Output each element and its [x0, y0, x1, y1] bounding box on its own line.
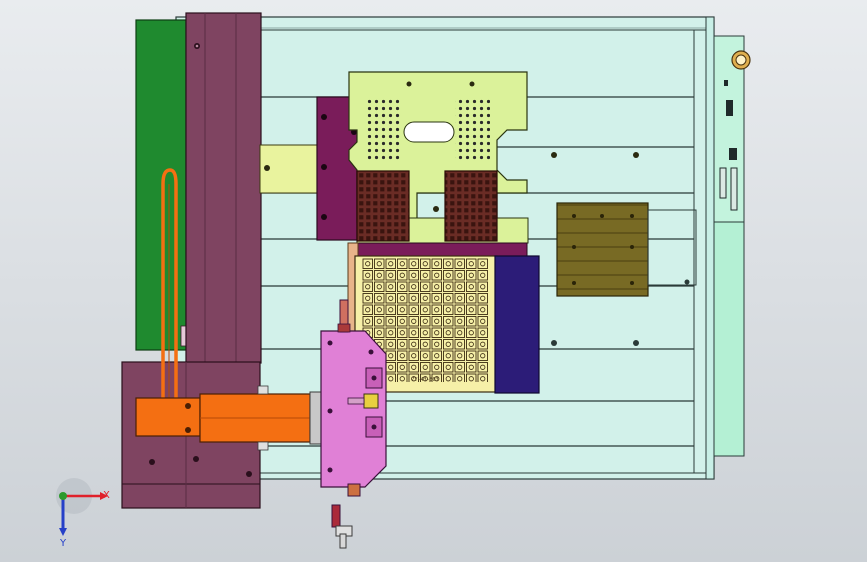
- nozzle: [331, 504, 353, 549]
- sensor-icon: [363, 393, 379, 409]
- brown-tray-right: [444, 170, 498, 242]
- cad-viewport[interactable]: ZY-43-B03 X Y: [0, 0, 867, 562]
- brown-tray-left: [356, 170, 410, 242]
- tray-engraving: ZY-43-B03: [411, 377, 438, 383]
- side-rail: [705, 16, 751, 480]
- navy-plate: [494, 255, 540, 394]
- x-axis-label: X: [103, 490, 110, 501]
- y-axis-label: Y: [59, 538, 67, 549]
- port-icon: [726, 100, 733, 116]
- y-axis-dot: [59, 492, 67, 500]
- axis-triad: X Y: [56, 478, 110, 549]
- assembly-drawing: ZY-43-B03 X Y: [56, 12, 751, 549]
- guide-strip: [259, 144, 323, 194]
- purple-column: [185, 12, 262, 364]
- slot-opening: [403, 121, 455, 143]
